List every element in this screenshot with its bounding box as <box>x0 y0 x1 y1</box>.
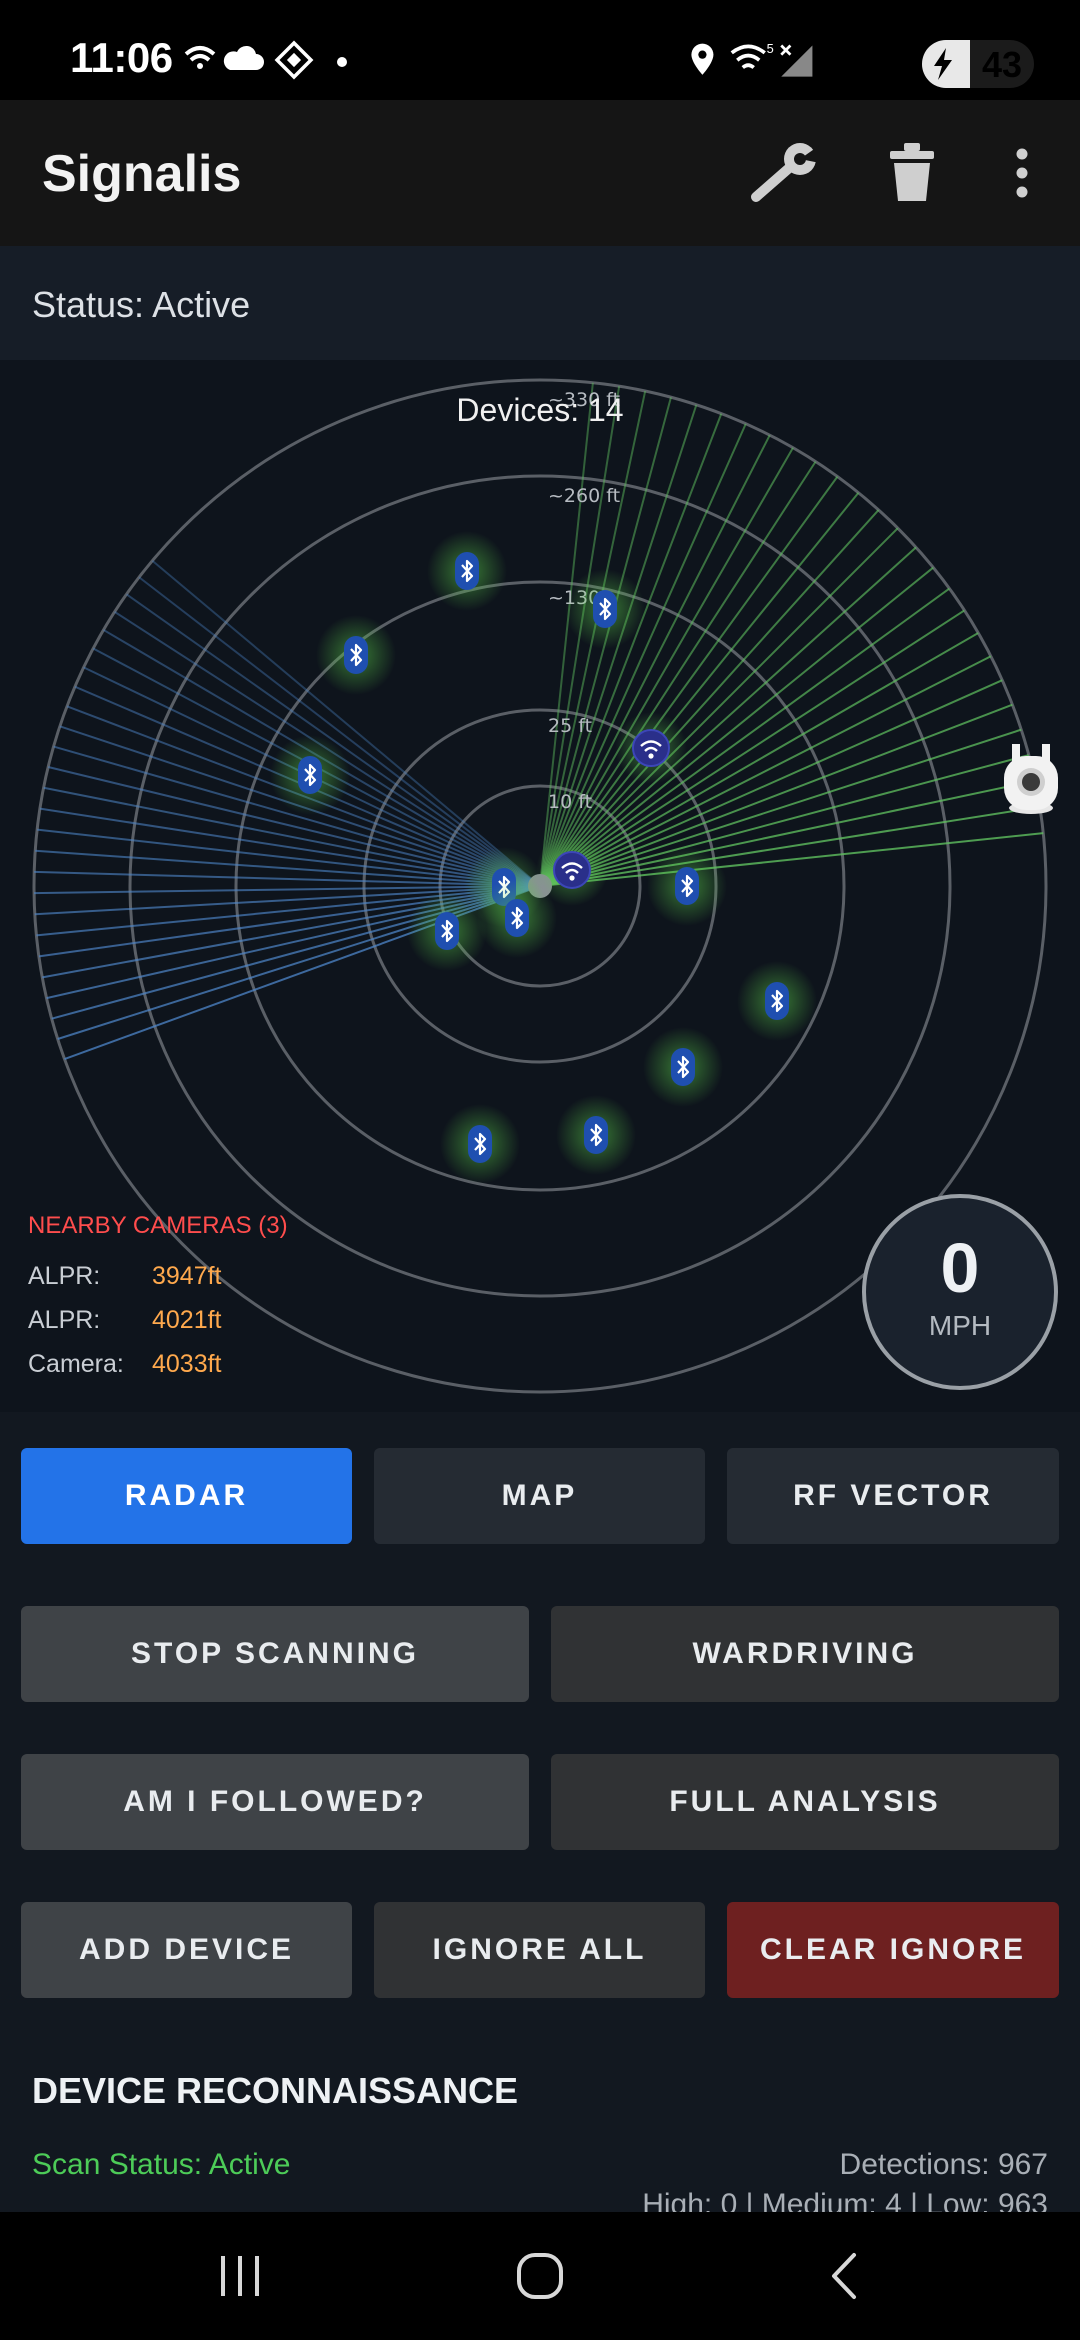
bluetooth-device-icon <box>455 552 479 590</box>
dot-icon <box>337 57 347 67</box>
sweep-line <box>539 632 979 887</box>
more-vert-icon <box>1016 148 1028 198</box>
bluetooth-device-icon <box>344 636 368 674</box>
camera-distance: 4033ft <box>152 1350 222 1378</box>
bluetooth-device-icon <box>675 867 699 905</box>
recon-scan-status: Scan Status: Active <box>32 2148 291 2181</box>
wifi-calling-icon <box>184 46 216 62</box>
radar-panel: 10 ft 25 ft ~130 ~260 ft ~330 ft <box>0 360 1080 1412</box>
home-button[interactable] <box>500 2246 580 2306</box>
navigation-bar <box>0 2212 1080 2340</box>
wifi-device-icon <box>632 729 670 767</box>
camera-row[interactable]: ALPR: 4021ft <box>28 1306 288 1350</box>
wifi-calling-dot <box>197 63 203 69</box>
bluetooth-device-icon <box>468 1125 492 1163</box>
wifi-device-icon <box>553 851 591 889</box>
bluetooth-device-icon <box>584 1116 608 1154</box>
sweep-line <box>539 832 1044 887</box>
bolt-icon <box>934 48 952 80</box>
tab-radar[interactable]: RADAR <box>21 1448 352 1544</box>
bluetooth-device-icon <box>671 1048 695 1086</box>
sweep-line <box>539 655 992 887</box>
sweep-line <box>539 779 1036 887</box>
app-bar: Signalis <box>0 100 1080 246</box>
status-time: 11:06 <box>70 34 173 81</box>
tab-rf-vector[interactable]: RF VECTOR <box>727 1448 1059 1544</box>
camera-marker-icon[interactable] <box>998 740 1064 816</box>
recents-button[interactable] <box>200 2246 280 2306</box>
bluetooth-device-icon <box>765 982 789 1020</box>
status-line: Status: Active <box>0 246 1080 360</box>
bluetooth-device-icon <box>435 912 459 950</box>
app-notification-icon <box>274 40 314 80</box>
scan-status-label: Status: Active <box>32 284 251 325</box>
tab-map[interactable]: MAP <box>374 1448 705 1544</box>
nearby-cameras-header: NEARBY CAMERAS (3) <box>28 1212 288 1239</box>
charging-battery-icon: 43 <box>922 40 1034 88</box>
speedometer: 0 MPH <box>862 1194 1058 1390</box>
camera-row[interactable]: Camera: 4033ft <box>28 1350 288 1394</box>
range-label-10ft: 10 ft <box>548 791 592 813</box>
screen: 11:06 5 43 Signalis Status: Active 10 ft… <box>0 0 1080 2340</box>
recents-icon <box>221 2256 259 2296</box>
devices-count: Devices: 14 <box>456 392 624 428</box>
trash-icon <box>890 143 934 201</box>
stop-scanning-button[interactable]: STOP SCANNING <box>21 1606 529 1702</box>
battery-level: 43 <box>981 44 1022 85</box>
speed-unit: MPH <box>928 1310 992 1341</box>
camera-row[interactable]: ALPR: 3947ft <box>28 1262 288 1306</box>
recon-detections: Detections: 967 <box>839 2148 1048 2181</box>
back-button[interactable] <box>804 2246 884 2306</box>
clear-ignore-button[interactable]: CLEAR IGNORE <box>727 1902 1059 1998</box>
camera-distance: 4021ft <box>152 1306 222 1334</box>
sweep-line <box>539 679 1003 887</box>
sweep-line <box>151 559 541 887</box>
cloud-icon <box>223 45 264 70</box>
svg-text:5: 5 <box>767 41 774 56</box>
camera-type: ALPR: <box>28 1262 101 1290</box>
camera-type: ALPR: <box>28 1306 101 1334</box>
bluetooth-device-icon <box>505 899 529 937</box>
full-analysis-button[interactable]: FULL ANALYSIS <box>551 1754 1059 1850</box>
sweep-line <box>539 447 794 887</box>
camera-type: Camera: <box>28 1350 124 1378</box>
speed-value: 0 <box>940 1229 980 1307</box>
wrench-icon <box>751 143 820 202</box>
status-right-icons: 5 <box>691 41 813 77</box>
home-icon <box>517 2253 563 2299</box>
wifi-icon <box>730 44 766 69</box>
nearby-cameras: NEARBY CAMERAS (3) ALPR: 3947ft ALPR: 40… <box>28 1212 288 1394</box>
ignore-all-button[interactable]: IGNORE ALL <box>374 1902 705 1998</box>
range-label-260ft: ~260 ft <box>548 485 620 507</box>
bluetooth-device-icon <box>593 590 617 628</box>
am-i-followed-button[interactable]: AM I FOLLOWED? <box>21 1754 529 1850</box>
app-title: Signalis <box>42 145 242 203</box>
delete-button[interactable] <box>880 138 944 208</box>
status-bar: 11:06 5 43 <box>0 0 1080 100</box>
bluetooth-device-icon <box>298 756 322 794</box>
camera-distance: 3947ft <box>152 1262 222 1290</box>
back-icon <box>832 2253 856 2299</box>
recon-title: DEVICE RECONNAISSANCE <box>32 2070 519 2111</box>
range-label-25ft: 25 ft <box>548 715 592 737</box>
add-device-button[interactable]: ADD DEVICE <box>21 1902 352 1998</box>
status-left-icons <box>184 40 347 80</box>
more-options-button[interactable] <box>1004 138 1040 208</box>
radar-sweep-blue <box>34 559 541 1061</box>
wrench-button[interactable] <box>748 138 824 208</box>
location-icon <box>691 43 714 75</box>
wardriving-button[interactable]: WARDRIVING <box>551 1606 1059 1702</box>
